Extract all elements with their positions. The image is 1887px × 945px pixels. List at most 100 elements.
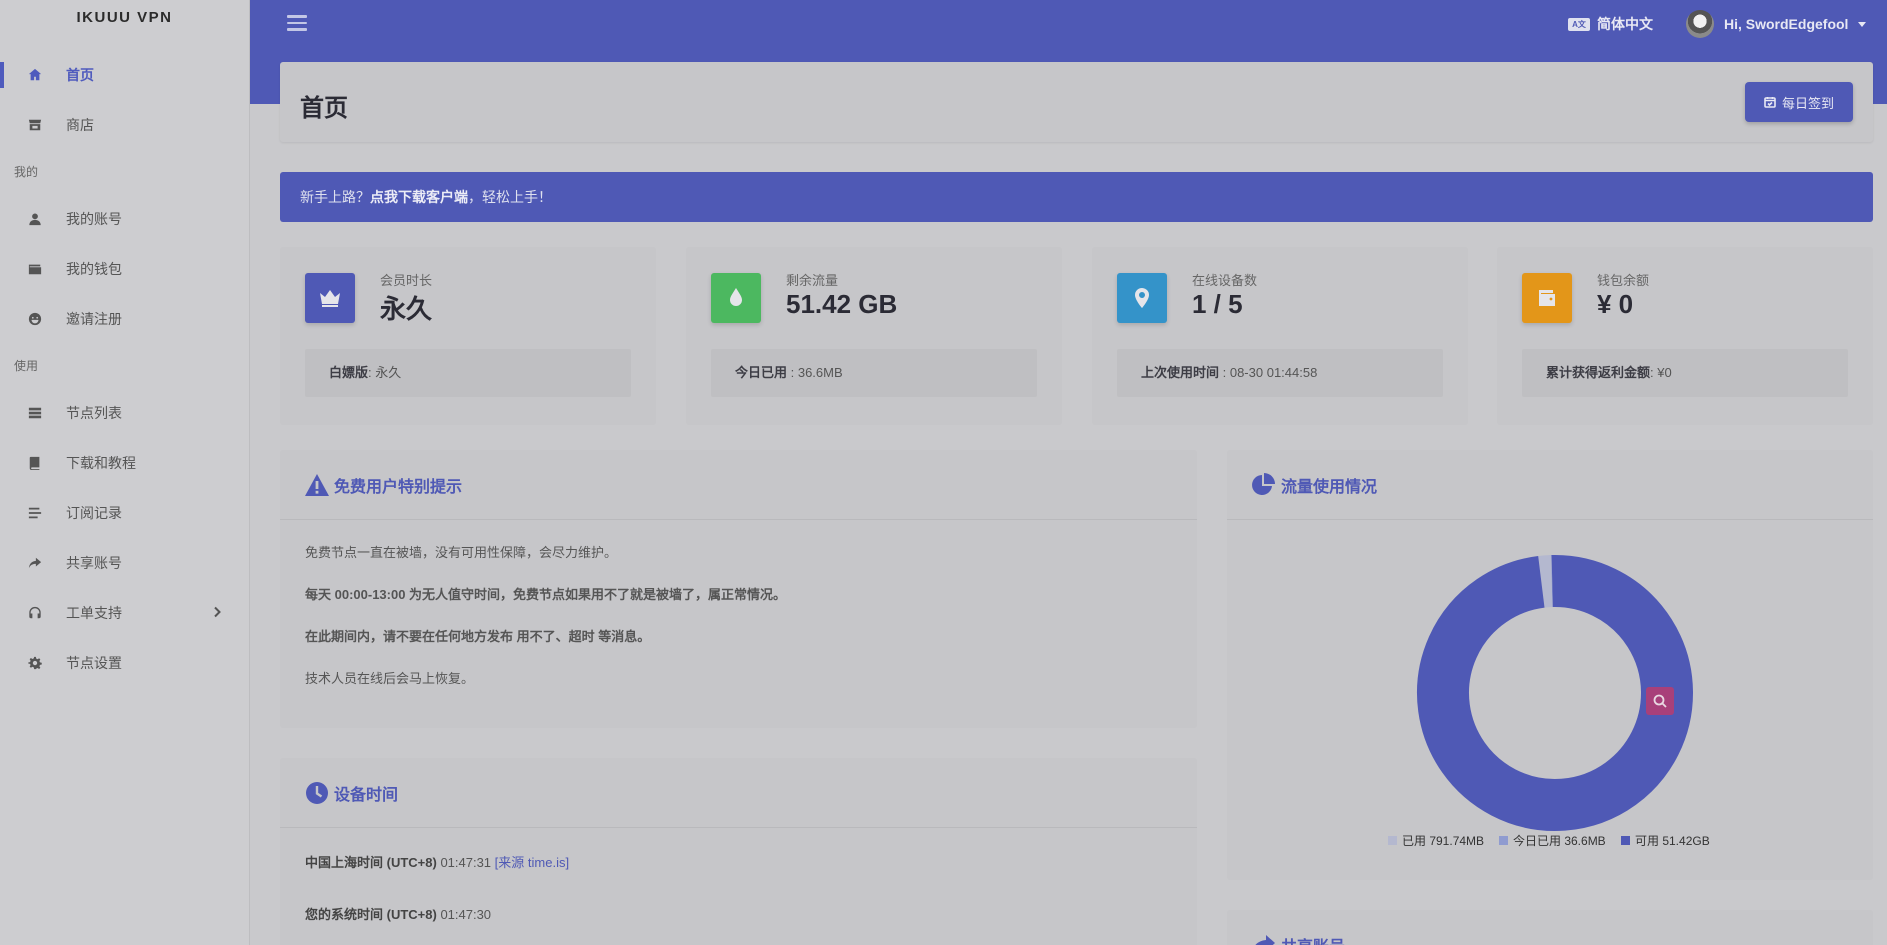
- legend-item: 可用 51.42GB: [1621, 832, 1710, 849]
- stat-label: 在线设备数: [1192, 273, 1258, 288]
- checkin-label: 每日签到: [1781, 95, 1834, 111]
- sidebar-item-node-list[interactable]: 节点列表: [0, 388, 249, 438]
- avatar: [1686, 10, 1714, 38]
- stat-footer: 累计获得返利金额: ¥0: [1522, 349, 1848, 397]
- sidebar-item-label: 首页: [66, 67, 94, 83]
- hamburger-menu-icon[interactable]: [287, 15, 307, 33]
- stat-value: 51.42 GB: [786, 289, 898, 319]
- panel-title: 免费用户特别提示: [334, 478, 463, 496]
- sidebar-item-label: 共享账号: [66, 555, 122, 571]
- legend-label: 已用 791.74MB: [1402, 834, 1485, 848]
- legend-item: 已用 791.74MB: [1388, 832, 1484, 849]
- user-greeting: Hi, SwordEdgefool: [1724, 16, 1849, 32]
- store-icon: [28, 118, 42, 132]
- sidebar-item-label: 订阅记录: [66, 505, 122, 521]
- pie-chart-icon: [1252, 472, 1275, 495]
- map-pin-icon: [1117, 273, 1167, 323]
- stat-label: 钱包余额: [1597, 273, 1650, 288]
- legend-item: 今日已用 36.6MB: [1499, 832, 1606, 849]
- sidebar-item-store[interactable]: 商店: [0, 100, 249, 150]
- legend-swatch: [1499, 836, 1508, 845]
- sidebar-item-subscription-log[interactable]: 订阅记录: [0, 488, 249, 538]
- stat-footer: 今日已用 : 36.6MB: [711, 349, 1037, 397]
- sidebar-section-use: 使用: [14, 359, 39, 373]
- share-icon: [1255, 934, 1275, 945]
- donut-slice-可用[interactable]: [1417, 555, 1693, 831]
- notice-line: 技术人员在线后会马上恢复。: [305, 671, 475, 686]
- language-switcher[interactable]: A文 简体中文: [1568, 14, 1653, 34]
- daily-checkin-button[interactable]: 每日签到: [1745, 82, 1853, 122]
- sidebar: IKUUU VPN 首页 商店 我的 我的账号 我的钱包 邀请注册 使用 节点列…: [0, 0, 250, 945]
- list-icon: [28, 506, 42, 520]
- donut-slice-已用[interactable]: [1538, 555, 1553, 608]
- legend-label: 可用 51.42GB: [1635, 834, 1710, 848]
- sidebar-item-label: 我的账号: [66, 211, 122, 227]
- brand-logo-text[interactable]: IKUUU VPN: [0, 0, 249, 36]
- panel-title: 设备时间: [334, 786, 399, 804]
- language-label: 简体中文: [1597, 16, 1653, 32]
- time-source-link[interactable]: [来源 time.is]: [495, 855, 569, 870]
- panel-title: 共享账号: [1281, 933, 1345, 945]
- stat-card-traffic: 剩余流量 51.42 GB 今日已用 : 36.6MB: [686, 247, 1062, 425]
- legend-label: 今日已用 36.6MB: [1513, 834, 1606, 848]
- book-icon: [28, 456, 42, 470]
- stat-value: 永久: [380, 294, 433, 324]
- panel-header: 流量使用情况: [1227, 450, 1873, 520]
- sidebar-item-label: 邀请注册: [66, 311, 122, 327]
- announcement-prefix: 新手上路？: [300, 189, 370, 205]
- legend-swatch: [1388, 836, 1397, 845]
- sidebar-item-shared-account[interactable]: 共享账号: [0, 538, 249, 588]
- announcement-suffix: ，轻松上手！: [468, 189, 552, 205]
- sidebar-item-label: 节点设置: [66, 655, 122, 671]
- panel-header: 免费用户特别提示: [280, 450, 1197, 520]
- sidebar-item-downloads[interactable]: 下载和教程: [0, 438, 249, 488]
- wallet-icon: [28, 262, 42, 276]
- sidebar-section-mine: 我的: [14, 165, 39, 179]
- clock-icon: [306, 781, 328, 804]
- shanghai-time-value: 01:47:31: [440, 855, 492, 870]
- server-icon: [28, 406, 42, 420]
- smile-icon: [28, 312, 42, 326]
- sidebar-item-my-wallet[interactable]: 我的钱包: [0, 244, 249, 294]
- share-icon: [28, 556, 42, 570]
- system-time-value: 01:47:30: [440, 907, 492, 922]
- page-title: 首页: [300, 95, 348, 122]
- stat-card-devices: 在线设备数 1 / 5 上次使用时间 : 08-30 01:44:58: [1092, 247, 1468, 425]
- stat-footer-key: 累计获得返利金额: [1546, 365, 1651, 380]
- sidebar-item-ticket-support[interactable]: 工单支持: [0, 588, 249, 638]
- sidebar-item-label: 工单支持: [66, 605, 122, 621]
- chevron-right-icon: [211, 605, 227, 621]
- device-time-panel: 设备时间 中国上海时间 (UTC+8) 01:47:31 [来源 time.is…: [280, 758, 1197, 945]
- zoom-icon[interactable]: [1646, 687, 1674, 715]
- sidebar-item-node-settings[interactable]: 节点设置: [0, 638, 249, 688]
- system-time-label: 您的系统时间 (UTC+8): [305, 907, 437, 922]
- stat-footer: 上次使用时间 : 08-30 01:44:58: [1117, 349, 1443, 397]
- stat-card-membership: 会员时长 永久 白嫖版: 永久: [280, 247, 656, 425]
- user-icon: [28, 212, 42, 226]
- panel-title: 流量使用情况: [1281, 478, 1378, 496]
- stat-label: 剩余流量: [786, 273, 839, 288]
- sidebar-item-my-account[interactable]: 我的账号: [0, 194, 249, 244]
- page-header-card: 首页 每日签到: [280, 62, 1873, 142]
- system-time-row: 您的系统时间 (UTC+8) 01:47:30: [305, 904, 491, 923]
- sidebar-item-home[interactable]: 首页: [0, 50, 249, 100]
- sidebar-item-label: 商店: [66, 117, 94, 133]
- download-client-link[interactable]: 点我下载客户端: [370, 189, 468, 205]
- crown-icon: [305, 273, 355, 323]
- stat-card-wallet: 钱包余额 ¥ 0 累计获得返利金额: ¥0: [1497, 247, 1873, 425]
- home-icon: [28, 68, 42, 82]
- panel-header: 共享账号: [1227, 910, 1873, 945]
- stat-footer-value: : 08-30 01:44:58: [1219, 365, 1318, 380]
- stat-value: 1 / 5: [1192, 289, 1243, 319]
- panel-header: 设备时间: [280, 758, 1197, 828]
- drop-icon: [711, 273, 761, 323]
- stat-label: 会员时长: [380, 273, 433, 288]
- sidebar-item-label: 下载和教程: [66, 455, 136, 471]
- shared-account-panel: 共享账号: [1227, 910, 1873, 945]
- stat-footer-value: : 永久: [368, 365, 402, 380]
- user-menu[interactable]: Hi, SwordEdgefool: [1686, 10, 1867, 38]
- calendar-check-icon: [1764, 97, 1776, 108]
- notice-warning-line: 在此期间内，请不要在任何地方发布 用不了、超时 等消息。: [305, 629, 651, 644]
- sidebar-item-invite[interactable]: 邀请注册: [0, 294, 249, 344]
- translate-icon: A文: [1568, 17, 1590, 31]
